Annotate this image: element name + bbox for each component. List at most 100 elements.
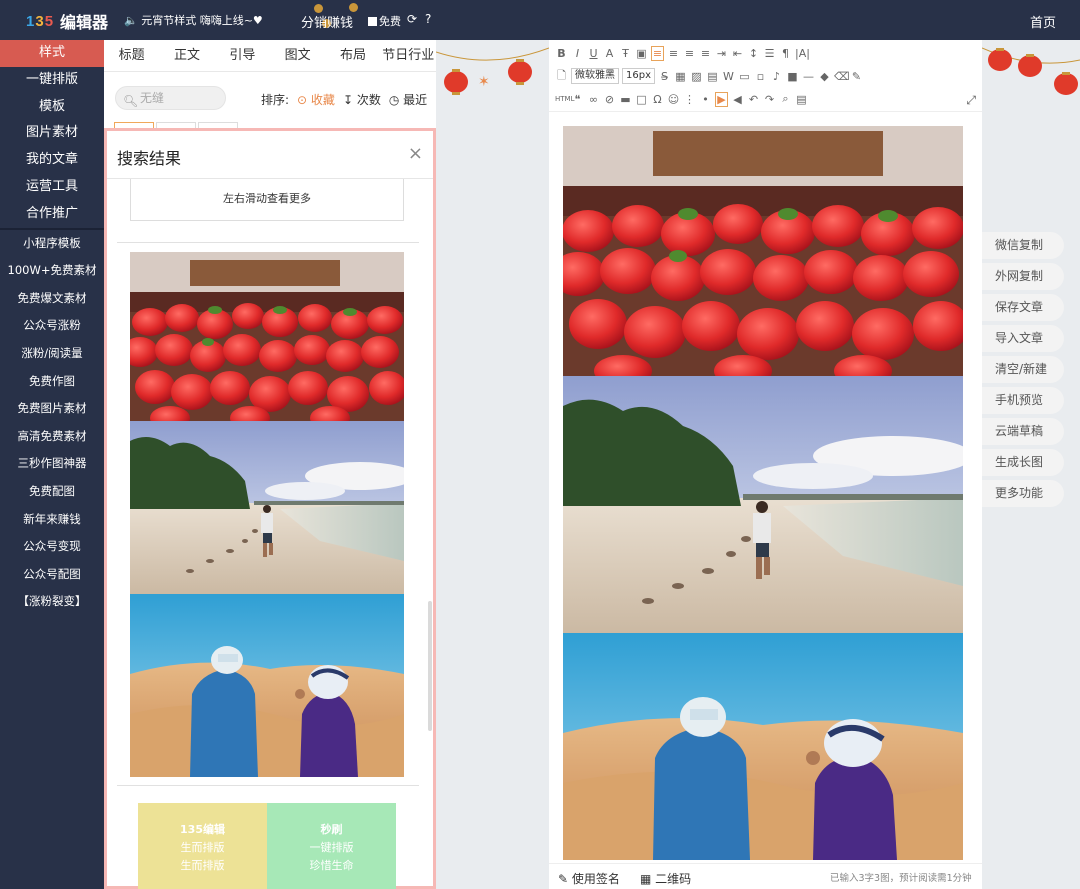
sidebar-item[interactable]: 图片素材: [0, 120, 104, 147]
align-left-icon[interactable]: ≡: [651, 45, 664, 61]
align-justify-icon[interactable]: ≡: [699, 47, 712, 60]
sidebar-item[interactable]: 新年来赚钱: [0, 506, 104, 534]
image-gallery-icon[interactable]: ▤: [706, 70, 719, 83]
desert-image-thumb[interactable]: [130, 594, 404, 777]
sidebar-item[interactable]: 样式: [0, 40, 104, 67]
right-action-button[interactable]: 外网复制: [982, 263, 1064, 290]
magic-wand-icon[interactable]: ✎: [850, 70, 863, 83]
sidebar-item[interactable]: 公众号变现: [0, 533, 104, 561]
checkbox-box[interactable]: [368, 16, 377, 26]
refresh-icon[interactable]: ⟳: [407, 12, 417, 26]
sidebar-item[interactable]: 运营工具: [0, 174, 104, 201]
special-char-icon[interactable]: Ω: [651, 93, 664, 106]
home-link[interactable]: 首页: [1030, 12, 1056, 31]
emoji-icon[interactable]: ☺: [667, 93, 680, 106]
sidebar-item[interactable]: 我的文章: [0, 147, 104, 174]
redo-icon[interactable]: ↷: [763, 93, 776, 106]
font-color-icon[interactable]: A: [603, 47, 616, 60]
bold-icon[interactable]: B: [555, 47, 568, 60]
format-brush-icon[interactable]: ◆: [818, 70, 831, 83]
font-family-select[interactable]: 微软雅黑: [571, 68, 619, 84]
material-tab[interactable]: 正文: [159, 40, 214, 71]
logo[interactable]: 135 编辑器: [26, 9, 108, 33]
sidebar-item[interactable]: 免费爆文素材: [0, 285, 104, 313]
help-icon[interactable]: ?: [425, 12, 431, 26]
preview-icon[interactable]: ▤: [795, 93, 808, 106]
right-action-button[interactable]: 保存文章: [982, 294, 1064, 321]
new-document-icon[interactable]: 🗋: [555, 67, 568, 86]
horizontal-rule-icon[interactable]: —: [802, 70, 815, 83]
rtl-icon[interactable]: ◀: [731, 93, 744, 106]
font-size-select[interactable]: 16px: [622, 68, 655, 84]
sidebar-item[interactable]: 涨粉/阅读量: [0, 340, 104, 368]
sidebar-item[interactable]: 合作推广: [0, 201, 104, 228]
right-action-button[interactable]: 更多功能: [982, 480, 1064, 507]
sidebar-item[interactable]: 三秒作图神器: [0, 450, 104, 478]
video-icon[interactable]: ■: [786, 70, 799, 83]
material-tab[interactable]: 布局: [325, 40, 380, 71]
strikethrough-icon[interactable]: S̶: [658, 70, 671, 83]
right-action-button[interactable]: 导入文章: [982, 325, 1064, 352]
link-icon[interactable]: ∞: [587, 93, 600, 106]
material-tab[interactable]: 标题: [104, 40, 159, 71]
right-action-button[interactable]: 清空/新建: [982, 356, 1064, 383]
highlight-icon[interactable]: ▣: [635, 47, 648, 60]
sidebar-item[interactable]: 公众号涨粉: [0, 312, 104, 340]
sort-favorites[interactable]: ⊙ 收藏: [297, 91, 335, 108]
paragraph-icon[interactable]: ¶: [779, 47, 792, 60]
undo-icon[interactable]: ↶: [747, 93, 760, 106]
strawberry-image-thumb[interactable]: [130, 252, 404, 421]
ltr-icon[interactable]: ▶: [715, 91, 728, 107]
table-icon[interactable]: ▦: [674, 70, 687, 83]
sidebar-item[interactable]: 小程序模板: [0, 230, 104, 258]
swipe-more-hint[interactable]: 左右滑动查看更多: [130, 179, 404, 221]
word-icon[interactable]: W: [722, 70, 735, 83]
modal-scrollbar[interactable]: [428, 601, 432, 731]
close-icon[interactable]: ×: [408, 143, 423, 164]
html-icon[interactable]: HTML: [555, 95, 574, 103]
sidebar-item[interactable]: 一键排版: [0, 67, 104, 94]
unlink-icon[interactable]: ⊘: [603, 93, 616, 106]
sidebar-item[interactable]: 免费配图: [0, 478, 104, 506]
sort-recent[interactable]: ◷ 最近: [389, 91, 427, 108]
right-action-button[interactable]: 手机预览: [982, 387, 1064, 414]
beach-image-thumb[interactable]: [130, 421, 404, 594]
sidebar-item[interactable]: 高清免费素材: [0, 423, 104, 451]
audio-icon[interactable]: ♪: [770, 70, 783, 83]
qrcode-button[interactable]: ▦ 二维码: [640, 870, 691, 887]
sidebar-item[interactable]: 100W+免费素材: [0, 257, 104, 285]
clear-format-icon[interactable]: ⌫: [834, 70, 850, 83]
sidebar-item[interactable]: 免费作图: [0, 368, 104, 396]
align-right-icon[interactable]: ≡: [683, 47, 696, 60]
image-icon[interactable]: ▨: [690, 70, 703, 83]
sidebar-item[interactable]: 【涨粉裂变】: [0, 588, 104, 616]
editor-content[interactable]: [563, 126, 963, 860]
promo-banner[interactable]: 135编辑 生而排版 生而排版 秒刷 一键排版 珍惜生命: [138, 803, 396, 889]
line-height-icon[interactable]: ↕: [747, 47, 760, 60]
ordered-list-icon[interactable]: ⋮: [683, 93, 696, 106]
material-tab[interactable]: 节日行业: [381, 40, 436, 71]
text-style-icon[interactable]: Ŧ: [619, 47, 632, 60]
indent-icon[interactable]: ⇥: [715, 47, 728, 60]
image-link-icon[interactable]: ▫: [754, 70, 767, 83]
insert-image-icon[interactable]: ▭: [738, 70, 751, 83]
sidebar-item[interactable]: 模板: [0, 94, 104, 121]
letter-spacing-icon[interactable]: |A|: [795, 47, 810, 60]
material-tab[interactable]: 引导: [215, 40, 270, 71]
announcement[interactable]: 🔈 元宵节样式 嗨嗨上线~♥: [124, 12, 263, 28]
right-action-button[interactable]: 云端草稿: [982, 418, 1064, 445]
quote-icon[interactable]: ❝: [571, 93, 584, 106]
right-action-button[interactable]: 微信复制: [982, 232, 1064, 259]
align-center-icon[interactable]: ≡: [667, 47, 680, 60]
distribution-link[interactable]: 分销赚钱: [301, 12, 353, 31]
italic-icon[interactable]: I: [571, 47, 584, 60]
search-input[interactable]: 🔍︎ 无缝: [115, 86, 226, 110]
free-checkbox[interactable]: 免费: [368, 13, 401, 29]
outdent-icon[interactable]: ⇤: [731, 47, 744, 60]
unordered-list-icon[interactable]: •: [699, 93, 712, 106]
signature-button[interactable]: ✎ 使用签名: [558, 870, 620, 887]
underline-icon[interactable]: U: [587, 47, 600, 60]
spacing-icon[interactable]: ☰: [763, 47, 776, 60]
sort-count[interactable]: ↧ 次数: [343, 91, 381, 108]
material-tab[interactable]: 图文: [270, 40, 325, 71]
